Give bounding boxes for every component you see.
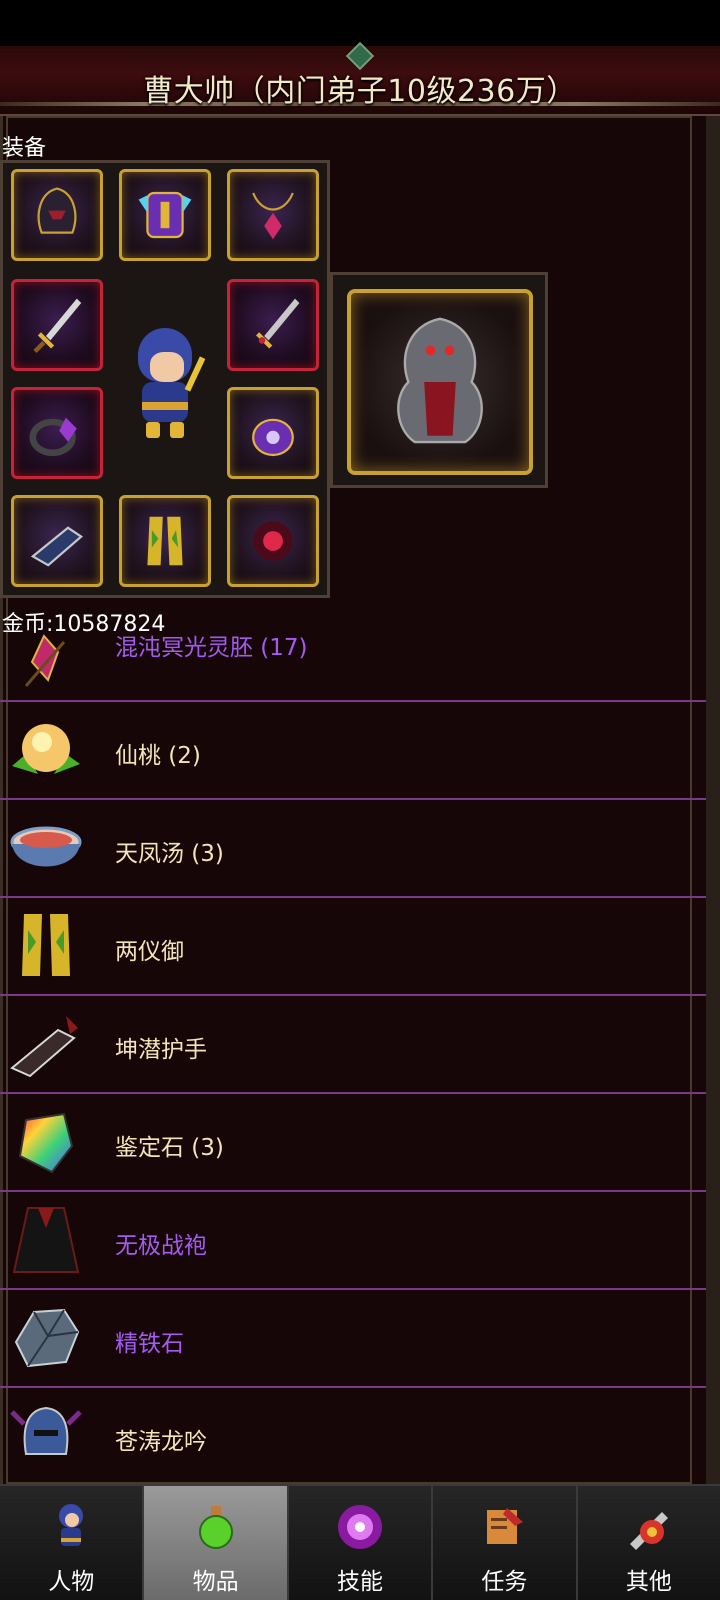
skill-orb-icon: [338, 1505, 383, 1549]
item-name: 仙桃 (2): [115, 743, 201, 769]
peach-icon: [12, 724, 80, 774]
iron-ore-icon: [14, 1308, 80, 1368]
rainbow-stone-icon: [18, 1112, 74, 1174]
item-name: 鉴定石 (3): [115, 1135, 224, 1161]
equip-slot-leggings[interactable]: [119, 495, 211, 587]
mount-preview[interactable]: [330, 272, 548, 488]
equip-slot-helmet[interactable]: [11, 169, 103, 261]
flame-leggings-icon: [22, 914, 70, 976]
list-item[interactable]: 坤潜护手: [0, 996, 706, 1094]
amulet-icon: [252, 418, 294, 457]
tab-label: 任务: [481, 1569, 528, 1595]
ring-icon: [29, 417, 77, 457]
title-bar: 曹大帅（内门弟子10级236万）: [0, 41, 720, 116]
flame-leggings-icon: [147, 516, 183, 566]
helmet-icon: [37, 187, 77, 234]
tab-items[interactable]: 物品: [144, 1486, 289, 1600]
tab-label: 技能: [337, 1569, 384, 1595]
tab-other[interactable]: 其他: [577, 1486, 720, 1600]
tab-label: 物品: [192, 1569, 239, 1595]
armor-icon: [138, 191, 192, 239]
tab-character[interactable]: 人物: [0, 1486, 145, 1600]
equipment-section-label: 装备: [2, 136, 47, 161]
quest-scroll-icon: [487, 1508, 524, 1544]
helmet-icon: [10, 1406, 82, 1455]
item-name: 混沌冥光灵胚 (17): [115, 635, 308, 661]
list-item[interactable]: 混沌冥光灵胚 (17): [0, 628, 706, 702]
list-item[interactable]: 无极战袍: [0, 1192, 706, 1290]
tab-label: 人物: [48, 1569, 95, 1595]
inventory-list: 混沌冥光灵胚 (17) 仙桃 (2) 天凤汤 (3) 两仪御 坤潜护手 鉴定石 …: [0, 628, 706, 1484]
bottom-tab-bar: 人物 物品 技能 任务 其他: [0, 1484, 720, 1600]
equip-slot-accessory[interactable]: [227, 387, 319, 479]
character-icon: [59, 1504, 84, 1546]
gauntlet-icon: [10, 1016, 78, 1078]
list-item[interactable]: 两仪御: [0, 898, 706, 996]
equip-slot-armor[interactable]: [119, 169, 211, 261]
item-name: 天凤汤 (3): [115, 841, 224, 867]
list-item[interactable]: 仙桃 (2): [0, 702, 706, 800]
sword-icon: [33, 298, 82, 353]
equip-slot-gloves[interactable]: [11, 495, 103, 587]
equip-slot-weapon[interactable]: [11, 279, 103, 371]
gem-icon: [24, 634, 66, 687]
tab-label: 其他: [625, 1569, 672, 1595]
item-name: 精铁石: [115, 1331, 184, 1357]
tab-quests[interactable]: 任务: [433, 1486, 578, 1600]
item-name: 两仪御: [115, 939, 184, 965]
tab-skills[interactable]: 技能: [288, 1486, 434, 1600]
item-name: 坤潜护手: [115, 1037, 207, 1063]
misc-icon: [629, 1512, 668, 1550]
boots-icon: [253, 521, 293, 561]
item-name: 无极战袍: [115, 1233, 207, 1259]
soup-bowl-icon: [10, 826, 82, 867]
equipment-panel: [0, 160, 330, 598]
gauntlet-icon: [30, 526, 84, 567]
item-name: 苍涛龙吟: [115, 1429, 207, 1455]
potion-icon: [198, 1506, 233, 1549]
status-bar: [0, 0, 720, 46]
equip-slot-necklace[interactable]: [227, 169, 319, 261]
beast-mount-icon: [397, 317, 483, 444]
equip-slot-offhand[interactable]: [227, 279, 319, 371]
equip-slot-ring[interactable]: [11, 387, 103, 479]
list-item[interactable]: 精铁石: [0, 1290, 706, 1388]
list-item[interactable]: 苍涛龙吟: [0, 1388, 706, 1484]
robe-icon: [12, 1207, 80, 1273]
list-item[interactable]: 天凤汤 (3): [0, 800, 706, 898]
list-item[interactable]: 鉴定石 (3): [0, 1094, 706, 1192]
necklace-icon: [252, 192, 294, 240]
dagger-icon: [256, 298, 300, 349]
page-title: 曹大帅（内门弟子10级236万）: [143, 74, 577, 109]
character-avatar: [128, 328, 208, 438]
equip-slot-boots[interactable]: [227, 495, 319, 587]
